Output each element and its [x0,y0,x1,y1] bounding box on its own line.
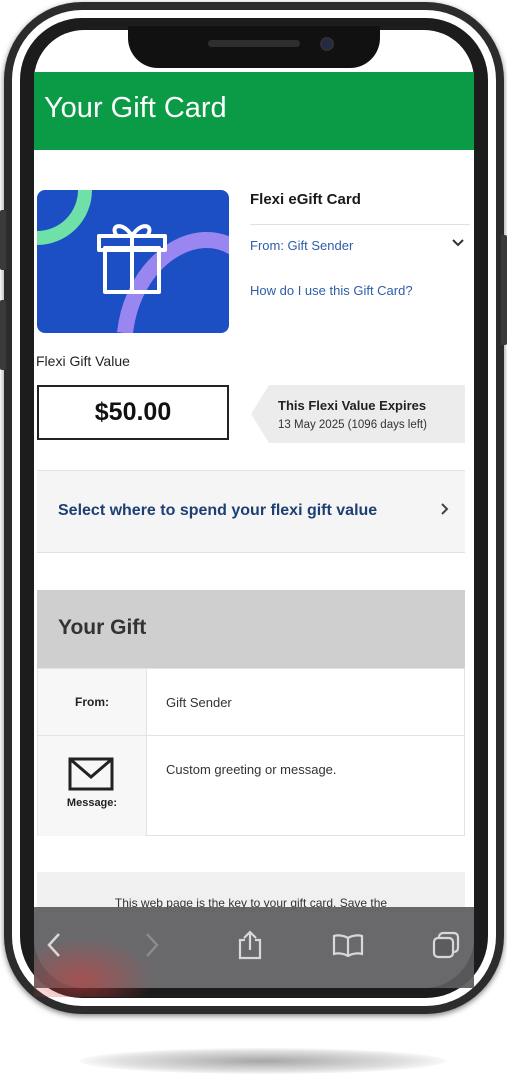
side-button-silent [0,210,6,270]
help-link[interactable]: How do I use this Gift Card? [250,283,413,298]
phone-shadow [80,1048,446,1074]
column-divider [146,669,147,835]
row-divider [38,735,464,736]
gift-details-table: From: Gift Sender Message: Custom greeti… [37,668,465,836]
tabs-icon[interactable] [426,925,466,965]
message-value: Custom greeting or message. [166,762,337,777]
side-button-power [501,235,507,345]
from-value: Gift Sender [166,695,232,710]
camera-icon [320,37,334,51]
phone-notch [128,26,380,68]
back-icon[interactable] [34,925,74,965]
browser-toolbar [34,907,474,997]
app-header: Your Gift Card [34,72,474,150]
chevron-right-icon [440,501,450,521]
from-label: From: [75,695,109,709]
value-amount: $50.00 [37,385,229,440]
share-icon[interactable] [230,925,270,965]
gift-section-title: Your Gift [58,616,147,639]
speaker-grille [208,40,300,47]
envelope-icon [68,757,114,791]
expiry-date: 13 May 2025 (1096 days left) [278,419,427,431]
page-title: Your Gift Card [44,92,227,124]
spend-label: Select where to spend your flexi gift va… [58,502,378,519]
divider [250,224,470,225]
value-label: Flexi Gift Value [36,353,130,369]
bookmarks-icon[interactable] [328,925,368,965]
expiry-title: This Flexi Value Expires [278,398,427,413]
from-selector[interactable]: From: Gift Sender [250,238,353,253]
notice-panel: This web page is the key to your gift ca… [37,872,465,912]
expiry-badge [251,385,465,443]
chevron-down-icon[interactable] [452,236,464,251]
card-title: Flexi eGift Card [250,191,361,208]
gift-section-header: Your Gift [37,590,465,668]
side-button-volume [0,300,6,370]
gift-card-image [37,190,229,333]
forward-icon[interactable] [132,925,172,965]
message-label: Message: [66,797,118,809]
spend-location-button[interactable]: Select where to spend your flexi gift va… [37,470,465,553]
